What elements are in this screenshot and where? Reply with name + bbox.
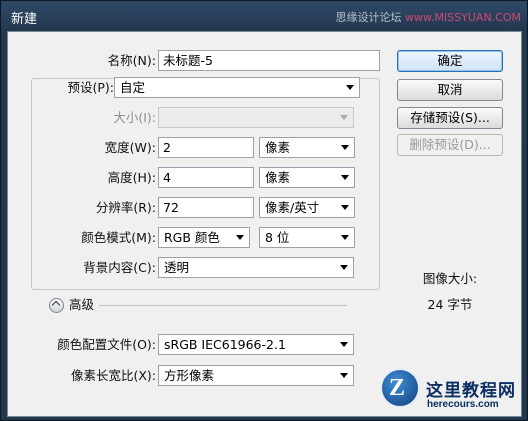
chevron-down-icon [336,108,353,127]
watermark-top-text: 思缘设计论坛 [335,11,405,24]
collapse-advanced-icon[interactable] [49,298,64,313]
watermark-badge: Z 这里教程网 herecours.com [376,359,526,419]
colormode-label: 颜色模式(M): [81,230,156,245]
bitdepth-value: 8 位 [265,230,290,245]
watermark-top-url: www.MISSYUAN.COM [404,11,521,24]
background-select[interactable]: 透明 [158,257,354,278]
size-label: 大小(I): [113,110,156,125]
preset-label: 预设(P): [67,80,114,95]
width-label: 宽度(W): [104,140,156,155]
chevron-down-icon [337,198,354,217]
cancel-button[interactable]: 取消 [397,79,503,101]
profile-label: 颜色配置文件(O): [57,337,156,352]
aspect-select[interactable]: 方形像素 [158,365,354,386]
ok-button[interactable]: 确定 [397,50,503,72]
chevron-down-icon [337,228,354,247]
background-label: 背景内容(C): [83,260,156,275]
profile-value: sRGB IEC61966-2.1 [164,337,286,352]
name-input[interactable]: 未标题-5 [158,50,380,71]
preset-select-value: 自定 [120,80,146,95]
preset-select[interactable]: 自定 [114,77,360,98]
resolution-input[interactable]: 72 [158,197,254,218]
height-label: 高度(H): [107,170,156,185]
advanced-label: 高级 [69,297,95,312]
chevron-down-icon [336,335,353,354]
chevron-down-icon [342,78,359,97]
new-document-dialog: 新建 思缘设计论坛 www.MISSYUAN.COM 名称(N): 未标题-5 … [0,0,528,421]
resolution-unit-select[interactable]: 像素/英寸 [259,197,355,218]
logo-letter: Z [389,375,406,401]
size-select [158,107,354,128]
watermark-url: herecours.com [427,399,499,410]
bitdepth-select[interactable]: 8 位 [259,227,355,248]
height-unit-value: 像素 [265,170,291,185]
name-label: 名称(N): [107,53,156,68]
delete-preset-button: 删除预设(D)... [397,134,503,156]
advanced-divider [99,305,347,306]
chevron-down-icon [336,258,353,277]
background-value: 透明 [164,260,190,275]
chevron-down-icon [336,366,353,385]
profile-select[interactable]: sRGB IEC61966-2.1 [158,334,354,355]
title-bar[interactable]: 新建 思缘设计论坛 www.MISSYUAN.COM [1,1,528,31]
width-input[interactable]: 2 [158,137,254,158]
aspect-label: 像素长宽比(X): [70,368,156,383]
watermark-name: 这里教程网 [426,381,516,401]
image-size-value: 24 字节 [427,297,473,312]
chevron-down-icon [232,228,249,247]
height-unit-select[interactable]: 像素 [259,167,355,188]
height-input[interactable]: 4 [158,167,254,188]
chevron-down-icon [337,168,354,187]
save-preset-button[interactable]: 存储预设(S)... [397,107,503,129]
watermark-top: 思缘设计论坛 www.MISSYUAN.COM [335,9,521,25]
width-unit-value: 像素 [265,140,291,155]
width-unit-select[interactable]: 像素 [259,137,355,158]
window-title: 新建 [11,12,38,27]
resolution-unit-value: 像素/英寸 [265,200,320,215]
resolution-label: 分辨率(R): [95,200,156,215]
aspect-value: 方形像素 [164,368,215,383]
chevron-down-icon [337,138,354,157]
colormode-select[interactable]: RGB 颜色 [158,227,250,248]
colormode-value: RGB 颜色 [164,230,220,245]
image-size-title: 图像大小: [422,271,478,286]
